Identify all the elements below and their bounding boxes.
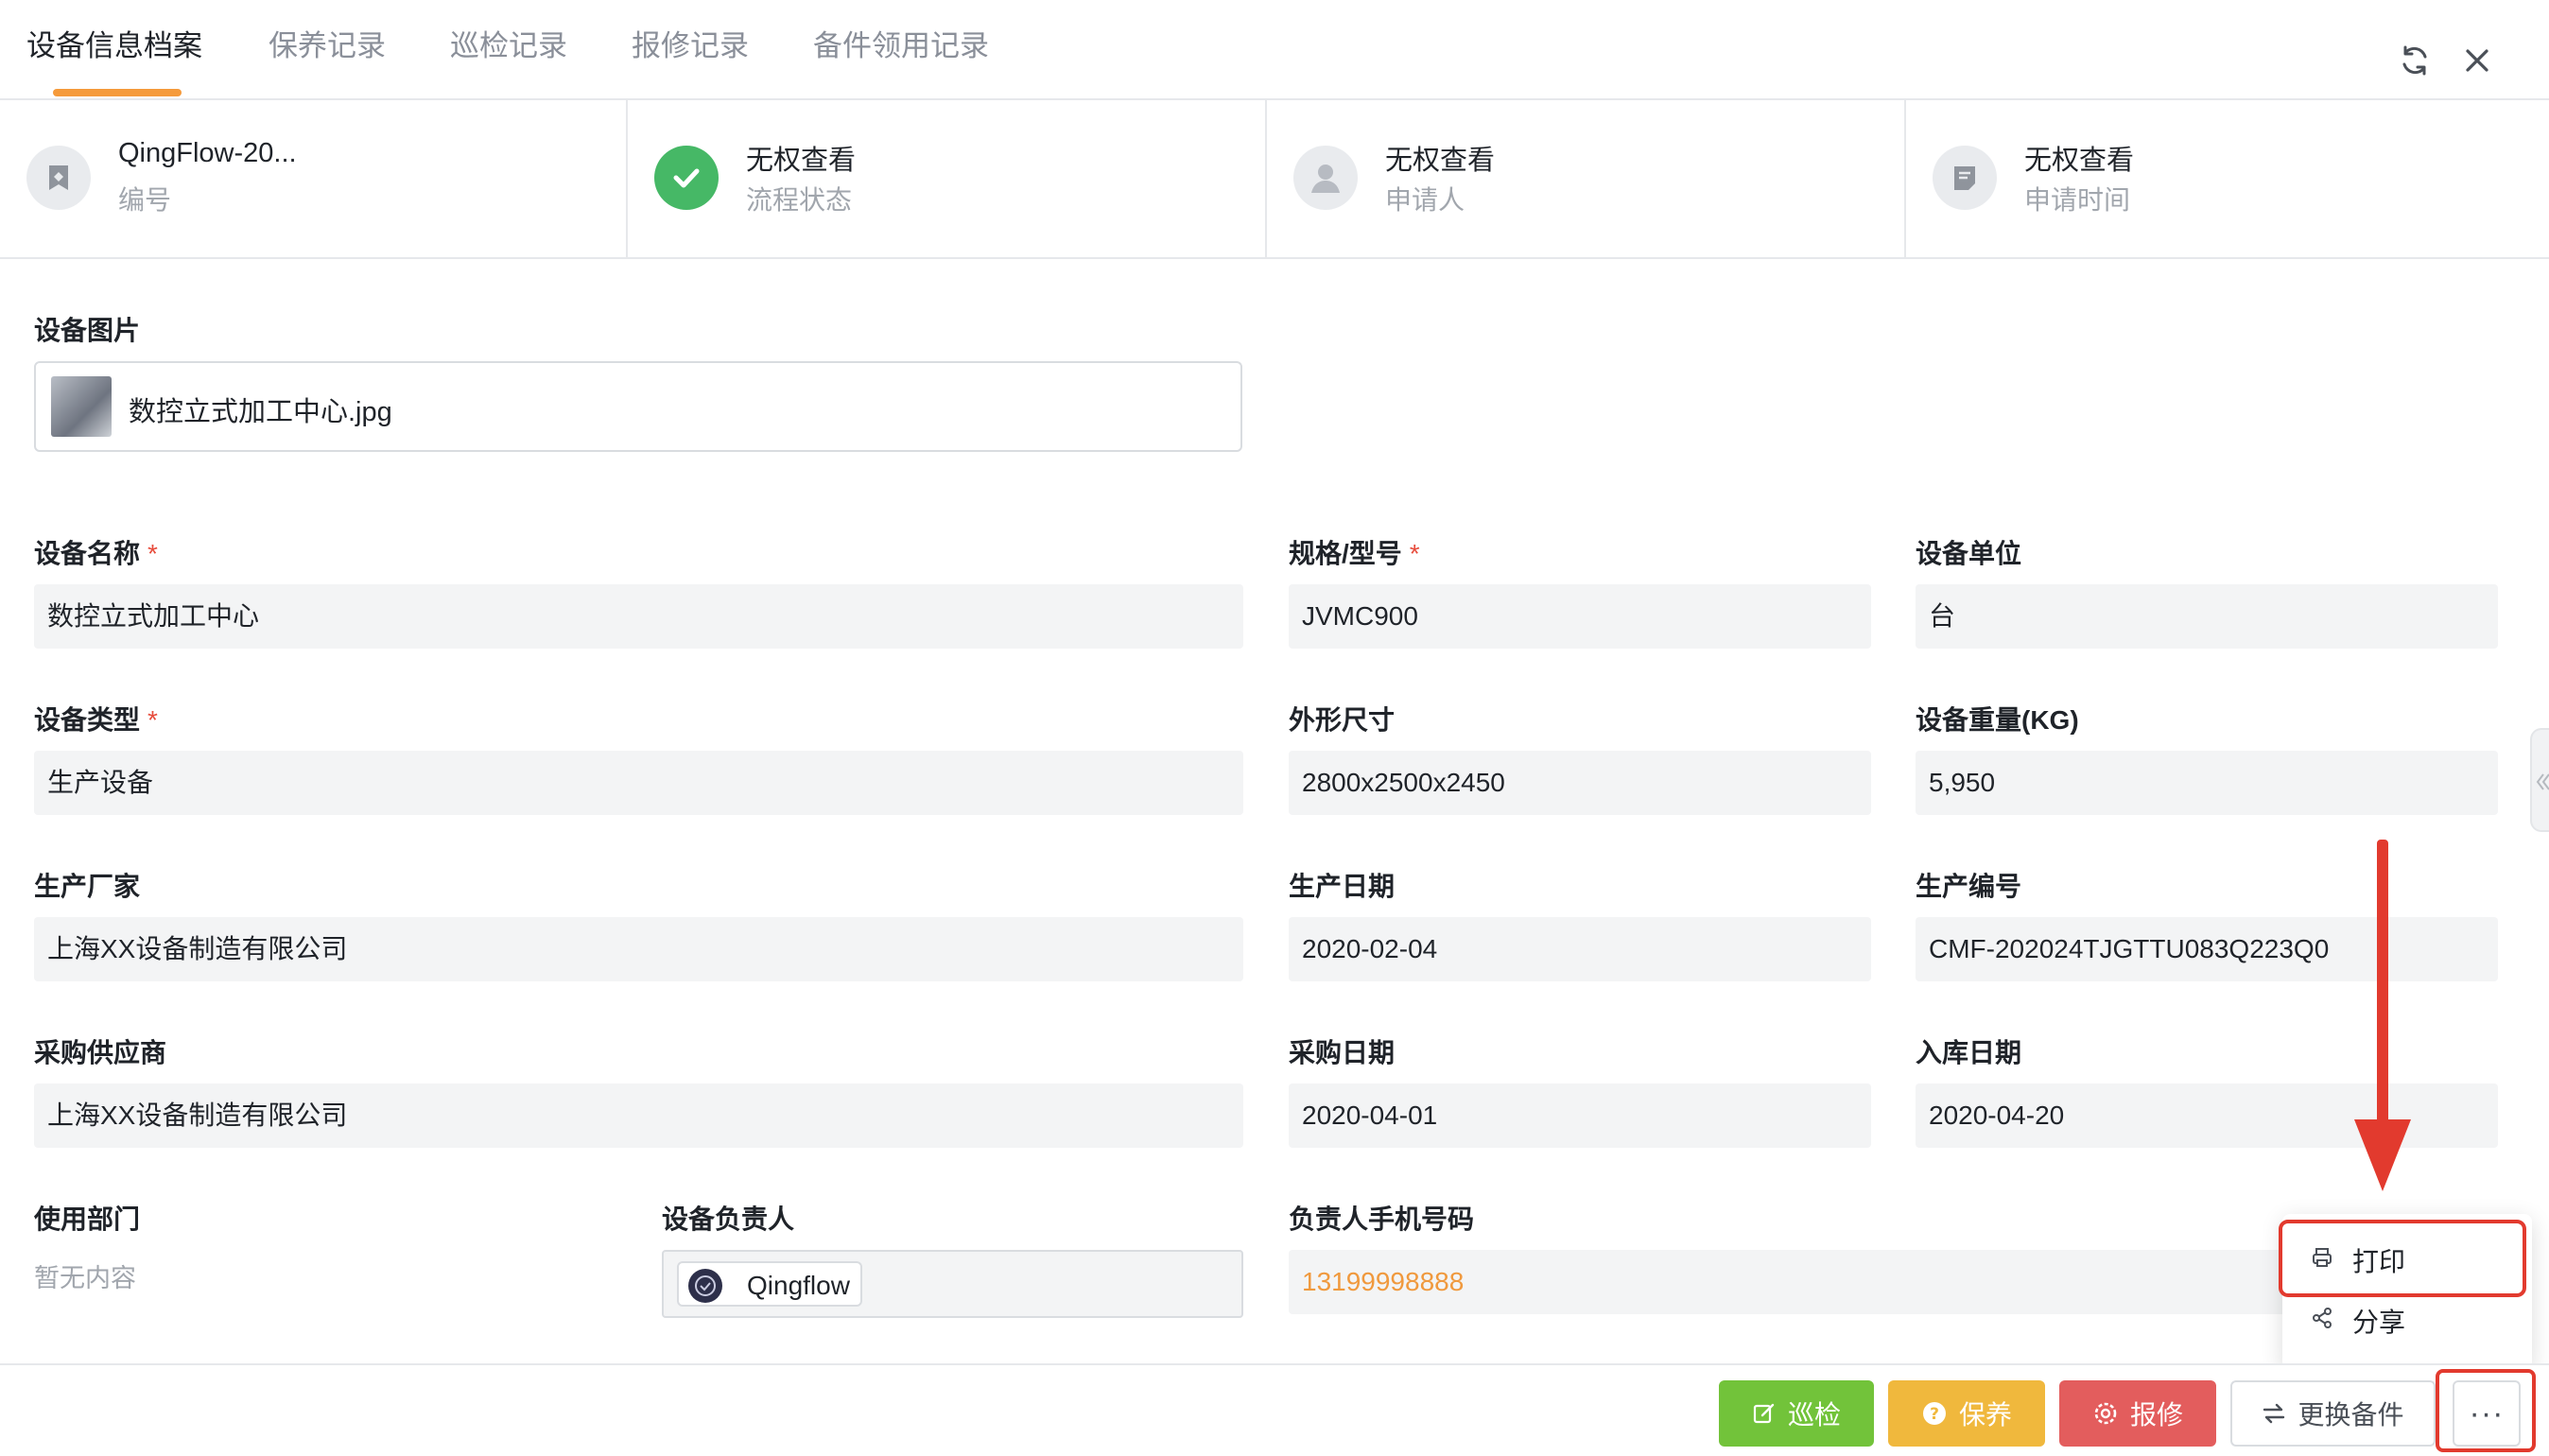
replace-parts-button-label: 更换备件 — [2298, 1400, 2404, 1430]
apply-time-label: 申请时间 — [2024, 185, 2131, 215]
gear-icon — [2094, 1402, 2117, 1425]
device-type-label: 设备类型 * — [34, 705, 158, 735]
annotation-arrow-icon — [2354, 840, 2411, 1191]
side-panel-handle[interactable] — [2530, 728, 2549, 832]
supplier-label: 采购供应商 — [34, 1038, 167, 1067]
device-name-field[interactable]: 数控立式加工中心 — [34, 584, 1243, 649]
status-value: 无权查看 — [746, 146, 857, 176]
model-label: 规格/型号 * — [1289, 539, 1420, 568]
supplier-field[interactable]: 上海XX设备制造有限公司 — [34, 1083, 1243, 1148]
tab-inspection[interactable]: 巡检记录 — [450, 23, 567, 70]
tab-maintenance[interactable]: 保养记录 — [269, 23, 386, 70]
edit-icon — [1753, 1403, 1775, 1424]
owner-chip[interactable]: Qingflow — [677, 1261, 862, 1307]
info-card-number: QingFlow-20... 编号 — [0, 100, 628, 259]
close-icon[interactable] — [2458, 42, 2496, 79]
inspect-button[interactable]: 巡检 — [1719, 1380, 1874, 1447]
more-highlight-box — [2436, 1369, 2536, 1452]
question-circle-icon: ? — [1922, 1402, 1946, 1425]
inspect-button-label: 巡检 — [1787, 1400, 1841, 1430]
owner-label: 设备负责人 — [662, 1205, 795, 1234]
svg-text:?: ? — [1930, 1405, 1939, 1424]
attachment-file-name[interactable]: 数控立式加工中心.jpg — [129, 390, 392, 429]
maintain-button[interactable]: ? 保养 — [1888, 1380, 2045, 1447]
info-card-applicant: 无权查看 申请人 — [1267, 100, 1906, 259]
record-number-value: QingFlow-20... — [118, 138, 297, 168]
dimensions-field[interactable]: 2800x2500x2450 — [1289, 751, 1871, 815]
print-highlight-box — [2279, 1220, 2526, 1297]
production-date-field[interactable]: 2020-02-04 — [1289, 917, 1871, 981]
avatar — [688, 1269, 722, 1303]
owner-name: Qingflow — [747, 1271, 850, 1300]
tab-repair[interactable]: 报修记录 — [632, 23, 749, 70]
tab-bar: 设备信息档案 保养记录 巡检记录 报修记录 备件领用记录 — [0, 0, 2549, 100]
device-image-label: 设备图片 — [34, 316, 141, 345]
manufacturer-label: 生产厂家 — [34, 872, 141, 901]
purchase-date-label: 采购日期 — [1289, 1038, 1396, 1067]
applicant-label: 申请人 — [1385, 185, 1465, 215]
apply-time-value: 无权查看 — [2024, 146, 2135, 176]
user-icon — [1293, 146, 1358, 210]
serial-no-label: 生产编号 — [1916, 872, 2022, 901]
replace-parts-button[interactable]: 更换备件 — [2230, 1380, 2436, 1447]
swap-icon — [2263, 1403, 2285, 1424]
storage-date-label: 入库日期 — [1916, 1038, 2022, 1067]
active-tab-indicator — [53, 89, 182, 96]
device-image-attachment[interactable]: 数控立式加工中心.jpg — [34, 361, 1242, 452]
record-summary: QingFlow-20... 编号 无权查看 流程状态 无权查看 申请人 无权查… — [0, 100, 2549, 259]
info-card-apply-time: 无权查看 申请时间 — [1906, 100, 2549, 259]
applicant-value: 无权查看 — [1385, 146, 1496, 176]
maintain-button-label: 保养 — [1958, 1400, 2012, 1430]
weight-label: 设备重量(KG) — [1916, 705, 2079, 735]
device-type-field[interactable]: 生产设备 — [34, 751, 1243, 815]
production-date-label: 生产日期 — [1289, 872, 1396, 901]
image-thumbnail[interactable] — [51, 376, 112, 437]
purchase-date-field[interactable]: 2020-04-01 — [1289, 1083, 1871, 1148]
owner-phone-label: 负责人手机号码 — [1289, 1205, 1475, 1234]
refresh-icon[interactable] — [2396, 42, 2434, 79]
menu-item-share[interactable]: 分享 — [2282, 1291, 2532, 1350]
record-number-label: 编号 — [118, 185, 172, 215]
model-field[interactable]: JVMC900 — [1289, 584, 1871, 649]
menu-item-share-label: 分享 — [2352, 1308, 2406, 1337]
tab-device-info[interactable]: 设备信息档案 — [26, 23, 202, 70]
unit-field[interactable]: 台 — [1916, 584, 2498, 649]
unit-label: 设备单位 — [1916, 539, 2022, 568]
device-name-label: 设备名称 * — [34, 539, 158, 568]
check-circle-icon — [654, 146, 719, 210]
repair-button-label: 报修 — [2129, 1400, 2183, 1430]
status-label: 流程状态 — [746, 185, 853, 215]
department-empty-text: 暂无内容 — [34, 1264, 136, 1292]
department-label: 使用部门 — [34, 1205, 141, 1234]
repair-button[interactable]: 报修 — [2059, 1380, 2216, 1447]
owner-field[interactable]: Qingflow — [662, 1250, 1243, 1318]
weight-field[interactable]: 5,950 — [1916, 751, 2498, 815]
id-tag-icon — [26, 146, 91, 210]
share-icon — [2311, 1306, 2333, 1336]
calendar-note-icon — [1933, 146, 1997, 210]
dimensions-label: 外形尺寸 — [1289, 705, 1396, 735]
manufacturer-field[interactable]: 上海XX设备制造有限公司 — [34, 917, 1243, 981]
tab-parts-usage[interactable]: 备件领用记录 — [813, 23, 989, 70]
info-card-status: 无权查看 流程状态 — [628, 100, 1267, 259]
action-bar: 巡检 ? 保养 报修 更换备件 ··· — [0, 1363, 2549, 1456]
